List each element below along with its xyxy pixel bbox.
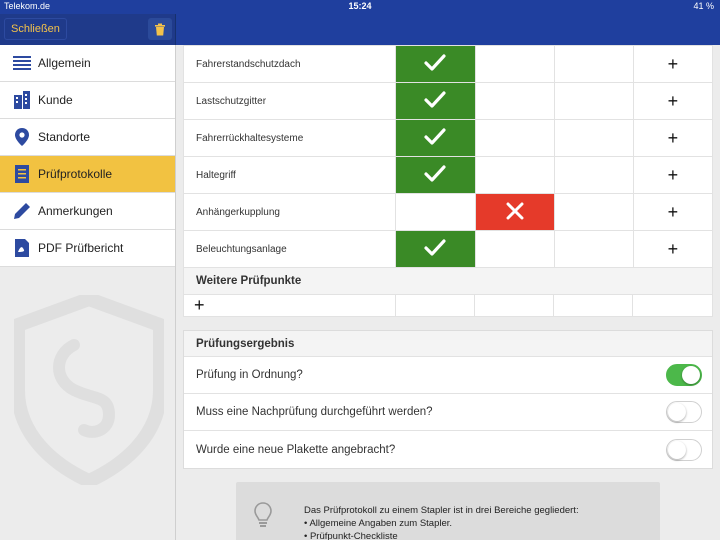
result-row: Prüfung in Ordnung? <box>184 357 712 394</box>
battery-label: 41 % <box>693 1 714 11</box>
result-ok-cell[interactable] <box>395 156 476 194</box>
status-bar: Telekom.de 15:24 41 % <box>0 0 720 14</box>
info-line: • Prüfpunkt-Checkliste <box>304 531 398 540</box>
pdf-icon <box>12 238 32 258</box>
main-content: Fahrerstandschutzdach + Lastschutzgitter + F… <box>182 45 714 540</box>
pencil-icon <box>12 201 32 221</box>
result-ok-cell[interactable] <box>395 45 476 83</box>
pruefung-ok-toggle[interactable] <box>666 364 702 386</box>
checklist-row: Beleuchtungsanlage + <box>182 230 714 268</box>
checkpoint-name: Fahrerstandschutzdach <box>182 45 397 83</box>
plakette-toggle[interactable] <box>666 438 702 461</box>
info-line: Das Prüfprotokoll zu einem Stapler ist i… <box>304 505 579 516</box>
close-button[interactable]: Schließen <box>4 18 67 40</box>
add-note-button[interactable]: + <box>632 156 714 194</box>
trash-icon <box>155 23 165 35</box>
checkpoint-name: Haltegriff <box>182 156 397 194</box>
checklist-row: Anhängerkupplung + <box>182 193 714 231</box>
shield-logo-icon <box>14 295 164 485</box>
checkmark-icon <box>424 53 447 71</box>
clock: 15:24 <box>348 1 372 11</box>
add-note-button[interactable]: + <box>632 230 714 268</box>
result-ok-cell[interactable] <box>395 119 476 157</box>
result-ok-cell[interactable] <box>395 230 476 268</box>
building-icon <box>12 90 32 110</box>
result-ok-cell[interactable] <box>395 193 476 231</box>
toggle-knob <box>668 403 686 421</box>
sidebar-item-pdf-pruefbericht[interactable]: PDF Prüfbericht <box>0 230 175 267</box>
sidebar-item-label: Standorte <box>38 130 91 144</box>
info-line: • Allgemeine Angaben zum Stapler. <box>304 518 453 529</box>
result-na-cell[interactable] <box>553 45 634 83</box>
result-label: Muss eine Nachprüfung durchgeführt werde… <box>196 406 433 418</box>
checkpoint-name: Fahrerrückhaltesysteme <box>182 119 397 157</box>
add-extra-point-button[interactable]: + <box>184 295 396 316</box>
sidebar-item-label: Prüfprotokolle <box>38 167 113 181</box>
lightbulb-icon <box>254 502 272 527</box>
result-section: Prüfungsergebnis Prüfung in Ordnung? Mus… <box>183 330 713 469</box>
result-label: Prüfung in Ordnung? <box>196 369 303 381</box>
result-nok-cell[interactable] <box>474 45 555 83</box>
info-box: Das Prüfprotokoll zu einem Stapler ist i… <box>236 482 660 540</box>
sidebar-item-label: Kunde <box>38 93 73 107</box>
checklist-table: Fahrerstandschutzdach + Lastschutzgitter + F… <box>182 45 714 268</box>
delete-button[interactable] <box>148 18 172 40</box>
checkmark-icon <box>424 238 447 256</box>
top-nav-bar: Schließen <box>0 14 720 45</box>
result-nok-cell[interactable] <box>474 193 555 231</box>
cross-icon <box>506 202 524 219</box>
list-icon <box>12 53 32 73</box>
sidebar-item-pruefprotokolle[interactable]: Prüfprotokolle <box>0 156 175 193</box>
checklist-row: Lastschutzgitter + <box>182 82 714 120</box>
checkpoint-name: Lastschutzgitter <box>182 82 397 120</box>
checkmark-icon <box>424 164 447 182</box>
sidebar-item-label: PDF Prüfbericht <box>38 241 124 255</box>
nav-left-section: Schließen <box>0 14 176 45</box>
result-nok-cell[interactable] <box>474 82 555 120</box>
sidebar-item-allgemein[interactable]: Allgemein <box>0 45 175 82</box>
add-note-button[interactable]: + <box>632 193 714 231</box>
result-row: Wurde eine neue Plakette angebracht? <box>184 431 712 468</box>
checklist-row: Fahrerrückhaltesysteme + <box>182 119 714 157</box>
result-section-title: Prüfungsergebnis <box>184 331 712 357</box>
result-row: Muss eine Nachprüfung durchgeführt werde… <box>184 394 712 431</box>
checkmark-icon <box>424 127 447 145</box>
checklist-row: Fahrerstandschutzdach + <box>182 45 714 83</box>
extra-section-title: Weitere Prüfpunkte <box>183 268 713 294</box>
sidebar-item-label: Anmerkungen <box>38 204 113 218</box>
info-text: Das Prüfprotokoll zu einem Stapler ist i… <box>304 504 579 540</box>
checkmark-icon <box>424 90 447 108</box>
result-na-cell[interactable] <box>553 119 634 157</box>
sidebar-item-standorte[interactable]: Standorte <box>0 119 175 156</box>
result-na-cell[interactable] <box>553 193 634 231</box>
nachpruefung-toggle[interactable] <box>666 401 702 423</box>
extra-add-row: + <box>183 294 713 317</box>
sidebar: Allgemein Kunde Standorte Prüfprotokolle… <box>0 45 176 540</box>
checkpoint-name: Beleuchtungsanlage <box>182 230 397 268</box>
add-note-button[interactable]: + <box>632 45 714 83</box>
sidebar-item-label: Allgemein <box>38 56 91 70</box>
result-nok-cell[interactable] <box>474 119 555 157</box>
location-pin-icon <box>12 127 32 147</box>
checkpoint-name: Anhängerkupplung <box>182 193 397 231</box>
sidebar-item-anmerkungen[interactable]: Anmerkungen <box>0 193 175 230</box>
toggle-knob <box>682 366 700 384</box>
toggle-knob <box>668 440 686 459</box>
result-ok-cell[interactable] <box>395 82 476 120</box>
document-icon <box>12 164 32 184</box>
result-na-cell[interactable] <box>553 230 634 268</box>
result-na-cell[interactable] <box>553 156 634 194</box>
result-na-cell[interactable] <box>553 82 634 120</box>
result-nok-cell[interactable] <box>474 156 555 194</box>
result-nok-cell[interactable] <box>474 230 555 268</box>
result-label: Wurde eine neue Plakette angebracht? <box>196 443 396 456</box>
add-note-button[interactable]: + <box>632 119 714 157</box>
checklist-row: Haltegriff + <box>182 156 714 194</box>
sidebar-item-kunde[interactable]: Kunde <box>0 82 175 119</box>
add-note-button[interactable]: + <box>632 82 714 120</box>
